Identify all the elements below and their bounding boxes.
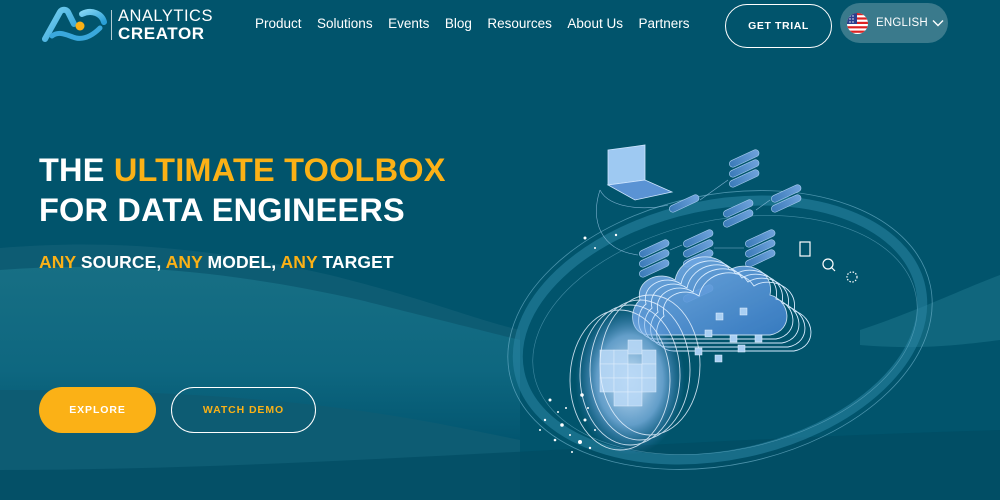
chevron-down-icon bbox=[932, 20, 944, 27]
logo[interactable]: ANALYTICS CREATOR bbox=[42, 6, 213, 44]
nav-item-solutions[interactable]: Solutions bbox=[317, 16, 373, 31]
hero-title-line2: FOR DATA ENGINEERS bbox=[39, 192, 405, 228]
nav-item-partners[interactable]: Partners bbox=[638, 16, 689, 31]
data-cloud-illustration bbox=[500, 130, 960, 480]
tagline-segment: SOURCE, bbox=[75, 252, 166, 272]
nav-item-resources[interactable]: Resources bbox=[487, 16, 552, 31]
language-label: ENGLISH bbox=[876, 17, 928, 29]
watch-demo-button[interactable]: WATCH DEMO bbox=[171, 387, 316, 433]
hero-heading: THE ULTIMATE TOOLBOX FOR DATA ENGINEERS bbox=[39, 150, 446, 230]
hero-title-line1: THE ULTIMATE TOOLBOX bbox=[39, 150, 446, 190]
logo-divider bbox=[111, 10, 112, 40]
laptop-icon bbox=[606, 144, 674, 201]
main-nav: Product Solutions Events Blog Resources … bbox=[255, 16, 705, 31]
us-flag-icon bbox=[847, 12, 868, 34]
explore-button[interactable]: EXPLORE bbox=[39, 387, 156, 433]
nav-item-events[interactable]: Events bbox=[388, 16, 429, 31]
brand-name-line1: ANALYTICS bbox=[118, 6, 213, 25]
hero-tagline: ANY SOURCE, ANY MODEL, ANY TARGET bbox=[39, 252, 394, 273]
nav-item-about-us[interactable]: About Us bbox=[567, 16, 623, 31]
hero-title-prefix: THE bbox=[39, 152, 114, 188]
bi-tool-icons bbox=[799, 241, 858, 283]
hero-title-accent: ULTIMATE TOOLBOX bbox=[113, 152, 446, 188]
language-selector[interactable]: ENGLISH bbox=[840, 3, 948, 43]
analytics-creator-logo-icon bbox=[42, 6, 107, 42]
brand-name-line2: CREATOR bbox=[118, 24, 205, 44]
tagline-segment: ANY bbox=[39, 252, 76, 272]
tagline-segment: ANY bbox=[280, 252, 318, 272]
tagline-segment: TARGET bbox=[317, 252, 394, 272]
nav-item-blog[interactable]: Blog bbox=[445, 16, 472, 31]
get-trial-button[interactable]: GET TRIAL bbox=[725, 4, 832, 48]
site-header: ANALYTICS CREATOR Product Solutions Even… bbox=[0, 0, 1000, 50]
tagline-segment: MODEL, bbox=[202, 252, 281, 272]
tagline-segment: ANY bbox=[165, 252, 203, 272]
nav-item-product[interactable]: Product bbox=[255, 16, 302, 31]
